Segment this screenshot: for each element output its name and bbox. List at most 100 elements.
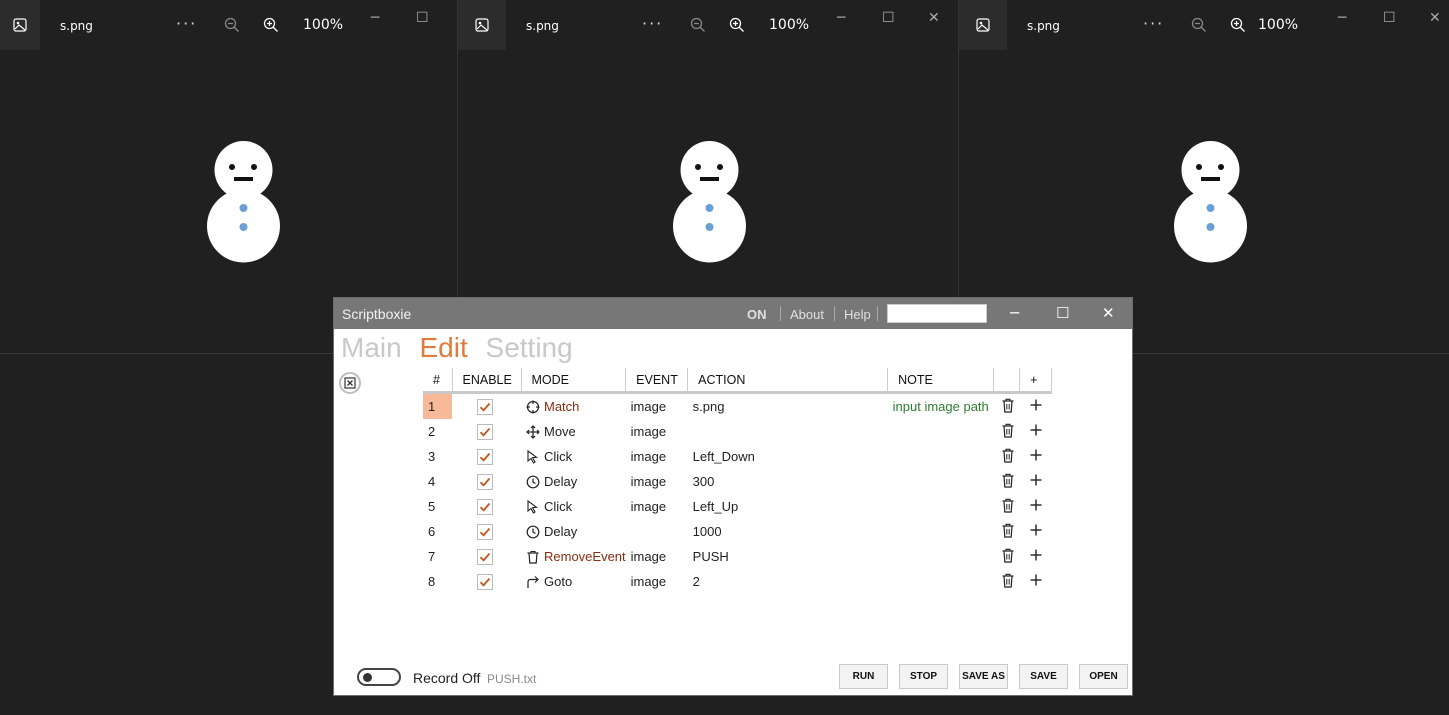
table-row[interactable]: 4 Delay image 300 [423, 469, 1052, 494]
stop-button[interactable]: STOP [899, 664, 948, 689]
save-as-button[interactable]: SAVE AS [959, 664, 1008, 689]
tab-setting[interactable]: Setting [486, 332, 573, 363]
action-cell[interactable]: 300 [688, 469, 888, 494]
action-cell[interactable]: s.png [688, 393, 888, 420]
event-cell[interactable]: image [626, 569, 688, 594]
table-row[interactable]: 2 Move image [423, 419, 1052, 444]
row-number[interactable]: 4 [423, 469, 452, 494]
row-number[interactable]: 6 [423, 519, 452, 544]
row-number[interactable]: 8 [423, 569, 452, 594]
delete-row-button[interactable] [994, 393, 1020, 420]
delete-row-button[interactable] [994, 419, 1020, 444]
zoom-in-icon[interactable] [729, 17, 745, 37]
table-row[interactable]: 8 Goto image 2 [423, 569, 1052, 594]
delete-row-button[interactable] [994, 444, 1020, 469]
table-row[interactable]: 6 Delay 1000 [423, 519, 1052, 544]
col-header-add[interactable]: + [1019, 368, 1053, 394]
zoom-out-icon[interactable] [1191, 17, 1207, 37]
more-options-button[interactable]: ··· [642, 14, 663, 33]
mode-cell[interactable]: Goto [521, 569, 626, 594]
delete-row-button[interactable] [994, 519, 1020, 544]
mode-cell[interactable]: Delay [521, 469, 626, 494]
zoom-out-icon[interactable] [224, 17, 240, 37]
delete-row-button[interactable] [994, 494, 1020, 519]
action-cell[interactable] [688, 419, 888, 444]
event-cell[interactable] [626, 519, 688, 544]
insert-row-button[interactable] [1020, 519, 1052, 544]
more-options-button[interactable]: ··· [1143, 14, 1164, 33]
note-cell[interactable] [888, 419, 994, 444]
close-icon[interactable]: ✕ [1429, 10, 1441, 26]
mode-cell[interactable]: Move [521, 419, 626, 444]
clear-all-button[interactable] [339, 372, 361, 394]
mode-cell[interactable]: RemoveEvent [521, 544, 626, 569]
maximize-icon[interactable]: ☐ [1383, 10, 1396, 26]
action-cell[interactable]: PUSH [688, 544, 888, 569]
tab-edit[interactable]: Edit [419, 332, 467, 363]
enable-checkbox[interactable] [477, 498, 493, 515]
row-number[interactable]: 5 [423, 494, 452, 519]
mode-cell[interactable]: Click [521, 494, 626, 519]
table-row[interactable]: 5 Click image Left_Up [423, 494, 1052, 519]
enable-checkbox[interactable] [477, 473, 493, 490]
open-button[interactable]: OPEN [1079, 664, 1128, 689]
maximize-icon[interactable]: ☐ [416, 10, 429, 26]
row-number[interactable]: 3 [423, 444, 452, 469]
insert-row-button[interactable] [1020, 544, 1052, 569]
action-cell[interactable]: Left_Down [688, 444, 888, 469]
run-button[interactable]: RUN [839, 664, 888, 689]
enable-checkbox[interactable] [477, 398, 493, 415]
enable-checkbox[interactable] [477, 423, 493, 440]
insert-row-button[interactable] [1020, 469, 1052, 494]
minimize-icon[interactable]: ─ [1010, 304, 1019, 322]
insert-row-button[interactable] [1020, 494, 1052, 519]
menu-help[interactable]: Help [844, 307, 871, 322]
table-row[interactable]: 1 Match image s.png input image path [423, 392, 1052, 420]
delete-row-button[interactable] [994, 544, 1020, 569]
zoom-in-icon[interactable] [263, 17, 279, 37]
note-cell[interactable] [888, 519, 994, 544]
delete-row-button[interactable] [994, 469, 1020, 494]
save-button[interactable]: SAVE [1019, 664, 1068, 689]
maximize-icon[interactable]: ☐ [882, 10, 895, 26]
note-cell[interactable] [888, 444, 994, 469]
delete-row-button[interactable] [994, 569, 1020, 594]
record-toggle[interactable] [357, 668, 401, 686]
table-row[interactable]: 3 Click image Left_Down [423, 444, 1052, 469]
title-bar[interactable]: Scriptboxie ON About Help ─ ☐ ✕ [334, 298, 1132, 329]
note-cell[interactable] [888, 569, 994, 594]
close-icon[interactable]: ✕ [928, 10, 940, 26]
enable-checkbox[interactable] [477, 448, 493, 465]
close-icon[interactable]: ✕ [1102, 304, 1115, 322]
event-cell[interactable]: image [626, 469, 688, 494]
insert-row-button[interactable] [1020, 569, 1052, 594]
zoom-in-icon[interactable] [1230, 17, 1246, 37]
table-row[interactable]: 7 RemoveEvent image PUSH [423, 544, 1052, 569]
enable-checkbox[interactable] [477, 548, 493, 565]
menu-about[interactable]: About [790, 307, 824, 322]
event-cell[interactable]: image [626, 494, 688, 519]
event-cell[interactable]: image [626, 444, 688, 469]
note-cell[interactable] [888, 494, 994, 519]
action-cell[interactable]: 2 [688, 569, 888, 594]
insert-row-button[interactable] [1020, 419, 1052, 444]
title-input[interactable] [887, 304, 987, 323]
more-options-button[interactable]: ··· [176, 14, 197, 33]
minimize-icon[interactable]: ─ [837, 10, 845, 26]
mode-cell[interactable]: Click [521, 444, 626, 469]
note-cell[interactable] [888, 469, 994, 494]
minimize-icon[interactable]: ─ [1338, 10, 1346, 26]
insert-row-button[interactable] [1020, 393, 1052, 420]
event-cell[interactable]: image [626, 544, 688, 569]
row-number[interactable]: 7 [423, 544, 452, 569]
zoom-out-icon[interactable] [690, 17, 706, 37]
row-number[interactable]: 1 [423, 392, 452, 419]
note-cell[interactable] [888, 544, 994, 569]
mode-cell[interactable]: Match [521, 393, 626, 420]
action-cell[interactable]: Left_Up [688, 494, 888, 519]
mode-cell[interactable]: Delay [521, 519, 626, 544]
enable-checkbox[interactable] [477, 523, 493, 540]
enable-checkbox[interactable] [477, 573, 493, 590]
insert-row-button[interactable] [1020, 444, 1052, 469]
maximize-icon[interactable]: ☐ [1056, 304, 1069, 322]
